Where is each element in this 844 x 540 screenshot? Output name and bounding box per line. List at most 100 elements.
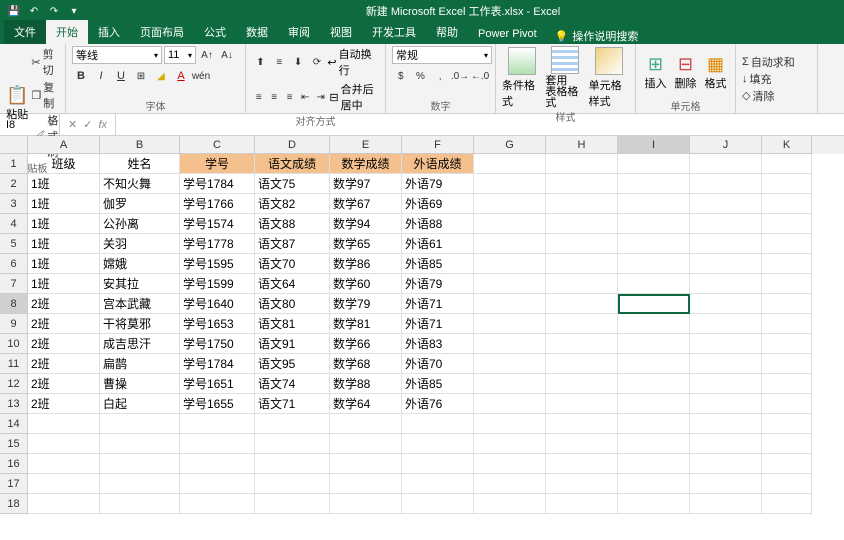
cell[interactable]	[546, 414, 618, 434]
cell[interactable]	[546, 294, 618, 314]
cell[interactable]	[330, 454, 402, 474]
cell[interactable]	[546, 154, 618, 174]
cell[interactable]: 嫦娥	[100, 254, 180, 274]
cell[interactable]	[618, 174, 690, 194]
cell[interactable]: 数学成绩	[330, 154, 402, 174]
cell[interactable]: 学号1651	[180, 374, 255, 394]
cell[interactable]	[402, 434, 474, 454]
cell[interactable]	[474, 314, 546, 334]
tab-dev[interactable]: 开发工具	[362, 20, 426, 44]
font-name-combo[interactable]: 等线▾	[72, 46, 162, 64]
row-header[interactable]: 13	[0, 394, 28, 414]
cell[interactable]: 语文88	[255, 214, 330, 234]
cell[interactable]	[762, 394, 812, 414]
cell[interactable]	[255, 474, 330, 494]
cell[interactable]	[762, 434, 812, 454]
merge-button[interactable]: ⊟合并后居中	[329, 81, 379, 113]
wrap-text-button[interactable]: ↩自动换行	[327, 46, 379, 78]
cell[interactable]	[474, 374, 546, 394]
cell[interactable]	[618, 254, 690, 274]
cell[interactable]: 学号	[180, 154, 255, 174]
cell[interactable]: 扁鹊	[100, 354, 180, 374]
row-header[interactable]: 11	[0, 354, 28, 374]
row-header[interactable]: 4	[0, 214, 28, 234]
cell[interactable]: 学号1640	[180, 294, 255, 314]
increase-font-button[interactable]: A↑	[198, 46, 216, 64]
cell[interactable]	[546, 474, 618, 494]
cut-button[interactable]: ✂剪切	[31, 46, 59, 78]
fx-icon[interactable]: fx	[98, 119, 107, 131]
cell[interactable]: 1班	[28, 194, 100, 214]
cell[interactable]	[474, 354, 546, 374]
cell[interactable]: 宫本武藏	[100, 294, 180, 314]
cell[interactable]	[618, 474, 690, 494]
row-header[interactable]: 5	[0, 234, 28, 254]
column-header-E[interactable]: E	[330, 136, 402, 154]
cell[interactable]: 1班	[28, 254, 100, 274]
cell[interactable]: 数学81	[330, 314, 402, 334]
cell[interactable]: 公孙离	[100, 214, 180, 234]
cell[interactable]	[762, 414, 812, 434]
cell[interactable]	[690, 154, 762, 174]
delete-cells-button[interactable]: ⊟删除	[672, 54, 699, 91]
cell[interactable]	[762, 194, 812, 214]
align-middle-button[interactable]: ≡	[271, 53, 288, 71]
cell[interactable]	[762, 234, 812, 254]
cell[interactable]	[546, 254, 618, 274]
cell[interactable]	[546, 214, 618, 234]
cell[interactable]	[402, 474, 474, 494]
enter-icon[interactable]: ✓	[83, 118, 92, 131]
row-header[interactable]: 15	[0, 434, 28, 454]
cell[interactable]	[402, 454, 474, 474]
cell[interactable]	[28, 454, 100, 474]
cell[interactable]	[762, 474, 812, 494]
cell[interactable]	[180, 454, 255, 474]
cell[interactable]	[690, 394, 762, 414]
cell[interactable]	[690, 274, 762, 294]
row-header[interactable]: 7	[0, 274, 28, 294]
cell[interactable]	[618, 494, 690, 514]
cell[interactable]: 数学79	[330, 294, 402, 314]
cell[interactable]: 外语76	[402, 394, 474, 414]
cell[interactable]: 班级	[28, 154, 100, 174]
cell[interactable]: 外语79	[402, 174, 474, 194]
cell[interactable]	[762, 174, 812, 194]
column-header-C[interactable]: C	[180, 136, 255, 154]
percent-button[interactable]: %	[412, 67, 430, 85]
cell[interactable]	[618, 314, 690, 334]
cell[interactable]	[474, 334, 546, 354]
decrease-decimal-button[interactable]: ←.0	[471, 67, 489, 85]
row-header[interactable]: 18	[0, 494, 28, 514]
cancel-icon[interactable]: ✕	[68, 118, 77, 131]
cell[interactable]	[762, 214, 812, 234]
row-header[interactable]: 14	[0, 414, 28, 434]
cell[interactable]: 2班	[28, 354, 100, 374]
cell[interactable]	[28, 494, 100, 514]
cell[interactable]	[474, 154, 546, 174]
phonetic-button[interactable]: wén	[192, 67, 210, 85]
redo-icon[interactable]: ↷	[46, 3, 62, 19]
cell[interactable]	[618, 154, 690, 174]
cell[interactable]	[690, 194, 762, 214]
cell[interactable]: 数学94	[330, 214, 402, 234]
fill-color-button[interactable]: ◢	[152, 67, 170, 85]
cell[interactable]: 语文95	[255, 354, 330, 374]
cell[interactable]	[28, 474, 100, 494]
cell[interactable]	[474, 434, 546, 454]
column-header-F[interactable]: F	[402, 136, 474, 154]
cell[interactable]	[546, 374, 618, 394]
cell[interactable]	[546, 274, 618, 294]
cell[interactable]	[618, 294, 690, 314]
cell[interactable]: 外语成绩	[402, 154, 474, 174]
tab-formula[interactable]: 公式	[194, 20, 236, 44]
copy-button[interactable]: ❐复制	[31, 79, 59, 111]
row-header[interactable]: 17	[0, 474, 28, 494]
italic-button[interactable]: I	[92, 67, 110, 85]
cell[interactable]	[180, 434, 255, 454]
cell[interactable]	[618, 354, 690, 374]
cell[interactable]	[762, 154, 812, 174]
column-header-G[interactable]: G	[474, 136, 546, 154]
cell[interactable]: 2班	[28, 294, 100, 314]
undo-icon[interactable]: ↶	[26, 3, 42, 19]
cell[interactable]	[180, 414, 255, 434]
